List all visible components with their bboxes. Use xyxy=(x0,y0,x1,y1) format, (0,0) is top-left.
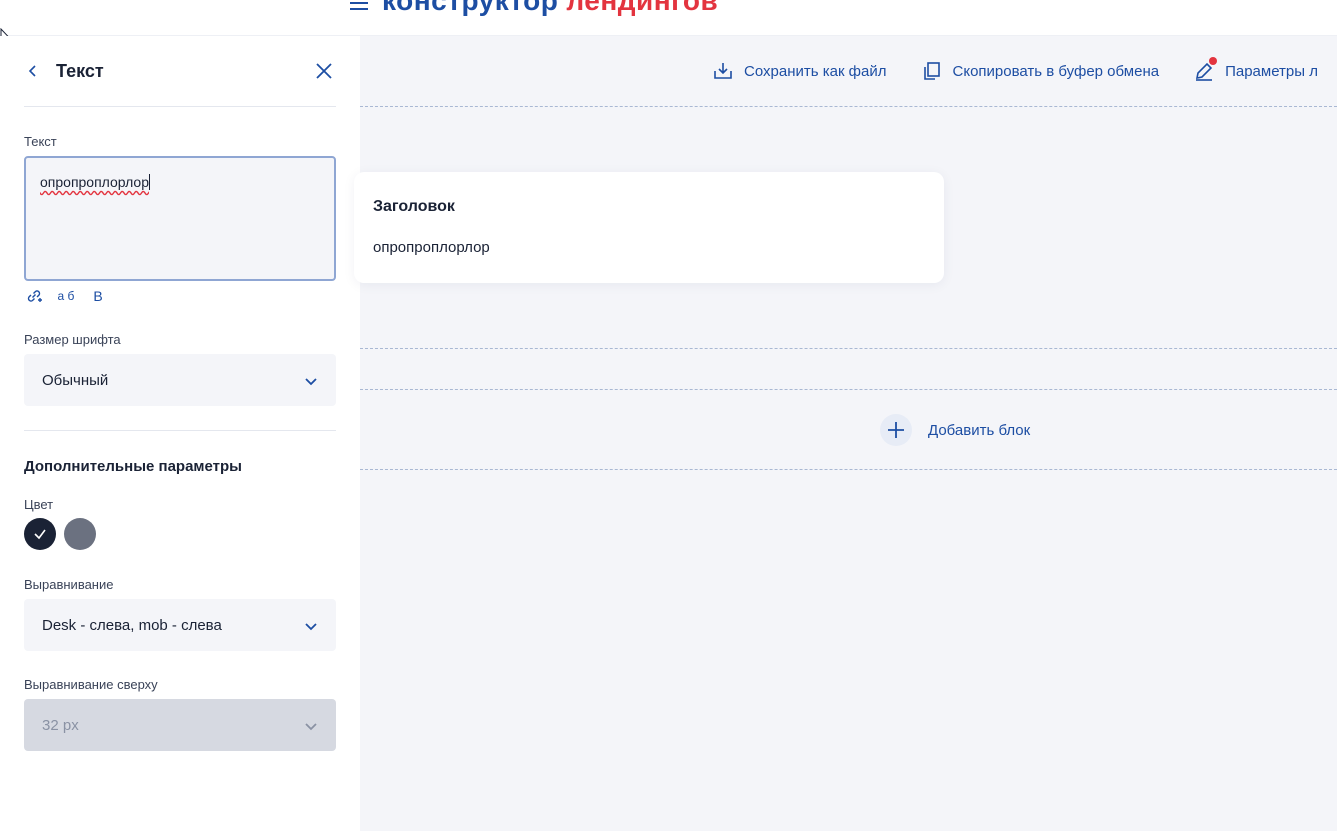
card-text: опропроплорлор xyxy=(373,239,490,256)
params-button[interactable]: Параметры л xyxy=(1193,57,1318,82)
pencil-icon xyxy=(1193,57,1218,82)
panel-header: Текст xyxy=(24,36,336,107)
block-separator xyxy=(360,469,1337,470)
action-toolbar: Сохранить как файл Скопировать в буфер о… xyxy=(712,57,1318,82)
subscript-label: а б xyxy=(57,289,75,303)
top-align-value: 32 px xyxy=(42,716,79,734)
section-divider xyxy=(24,430,336,431)
text-block-card[interactable]: Заголовок опропроплорлор xyxy=(354,172,944,283)
save-file-label: Сохранить как файл xyxy=(744,62,887,80)
add-link-icon[interactable] xyxy=(24,286,44,306)
color-swatch-gray[interactable] xyxy=(64,518,96,550)
logo-text-accent: лендингов xyxy=(566,0,719,16)
color-swatch-dark[interactable] xyxy=(24,518,56,550)
text-format-toolbar: а б B xyxy=(24,286,108,306)
chevron-down-icon xyxy=(305,623,317,631)
color-label: Цвет xyxy=(24,497,54,512)
panel-title: Текст xyxy=(56,60,104,81)
download-icon xyxy=(712,60,734,82)
text-field-label: Текст xyxy=(24,134,57,149)
menu-icon[interactable] xyxy=(350,0,368,12)
chevron-down-icon xyxy=(305,723,317,731)
subscript-button[interactable]: а б xyxy=(54,286,78,306)
font-size-value: Обычный xyxy=(42,371,109,389)
settings-panel: Текст Текст опропроплорлор а б B Размер … xyxy=(0,36,360,831)
align-value: Desk - слева, mob - слева xyxy=(42,616,222,634)
block-separator xyxy=(360,348,1337,349)
copy-buffer-label: Скопировать в буфер обмена xyxy=(952,62,1160,80)
add-block-label: Добавить блок xyxy=(928,421,1031,439)
chevron-down-icon xyxy=(305,378,317,386)
add-block-button[interactable]: Добавить блок xyxy=(880,414,1030,446)
copy-icon xyxy=(921,60,943,82)
bold-button[interactable]: B xyxy=(88,286,108,306)
close-icon[interactable] xyxy=(314,61,334,81)
copy-buffer-button[interactable]: Скопировать в буфер обмена xyxy=(921,60,1160,82)
app-logo[interactable]: конструктор лендингов xyxy=(350,0,719,16)
top-align-select: 32 px xyxy=(24,699,336,751)
check-icon xyxy=(34,529,46,540)
text-editor-value: опропроплорлор xyxy=(40,174,149,190)
block-separator xyxy=(360,389,1337,390)
params-label: Параметры л xyxy=(1225,62,1318,80)
logo-text-primary: конструктор xyxy=(382,0,559,16)
font-size-select[interactable]: Обычный xyxy=(24,354,336,406)
back-arrow-icon[interactable] xyxy=(28,63,44,79)
top-header: конструктор лендингов xyxy=(0,0,1337,36)
bold-label: B xyxy=(93,288,103,304)
notification-dot xyxy=(1209,57,1218,65)
advanced-section-title: Дополнительные параметры xyxy=(24,458,242,475)
card-title: Заголовок xyxy=(373,198,455,215)
align-select[interactable]: Desk - слева, mob - слева xyxy=(24,599,336,651)
align-label: Выравнивание xyxy=(24,577,114,592)
font-size-label: Размер шрифта xyxy=(24,332,121,347)
text-caret xyxy=(149,174,150,190)
top-align-label: Выравнивание сверху xyxy=(24,677,158,692)
canvas-area: Сохранить как файл Скопировать в буфер о… xyxy=(354,36,1337,831)
text-editor[interactable]: опропроплорлор xyxy=(24,156,336,281)
save-file-button[interactable]: Сохранить как файл xyxy=(712,60,887,82)
plus-icon xyxy=(880,414,912,446)
block-separator xyxy=(360,106,1337,107)
color-swatches xyxy=(24,518,96,550)
